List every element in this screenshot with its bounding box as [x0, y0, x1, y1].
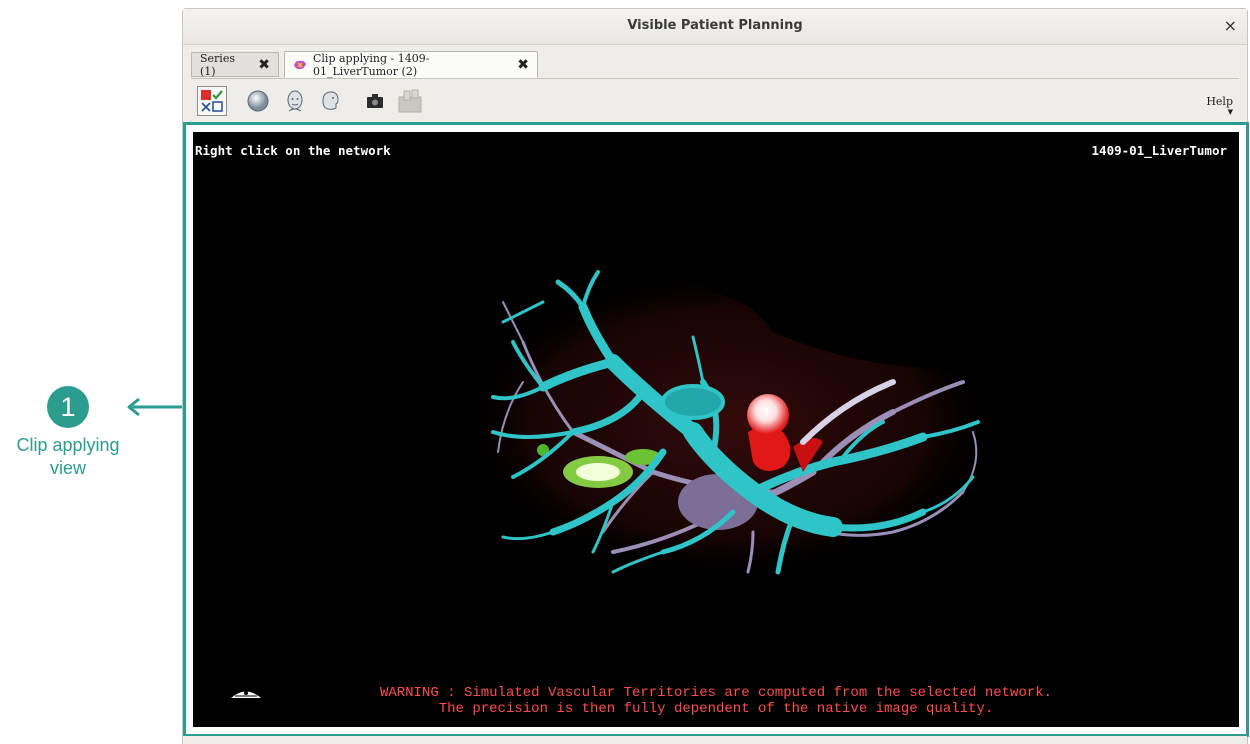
head-side-view-button[interactable]	[315, 86, 345, 116]
liver-parenchyma	[463, 269, 994, 578]
help-menu-label: Help	[1206, 95, 1233, 108]
sphere-view-button[interactable]	[243, 86, 273, 116]
annotation-caption: Clip applying view	[0, 434, 136, 480]
viewport-instruction: Right click on the network	[195, 143, 391, 158]
clip-selection-button[interactable]	[197, 86, 227, 116]
head-front-view-icon	[287, 90, 303, 112]
camera-snapshot-button[interactable]	[360, 86, 390, 116]
annotation-callout: 1 Clip applying view	[0, 386, 136, 480]
annotation-number: 1	[47, 386, 89, 428]
tab-series[interactable]: Series (1) ✖	[191, 51, 279, 78]
window-close-button[interactable]: ×	[1224, 16, 1237, 35]
annotation-arrow-icon	[127, 397, 182, 417]
clip-applying-view-frame: Right click on the network 1409-01_Liver…	[183, 122, 1249, 737]
annotation-caption-line2: view	[49, 458, 86, 478]
help-menu[interactable]: Help ▼	[1206, 95, 1233, 116]
warning-line-1: WARNING : Simulated Vascular Territories…	[379, 685, 1053, 701]
liver-3d-render[interactable]	[193, 132, 1239, 727]
clip-selection-icon	[201, 90, 223, 112]
tab-divider	[191, 78, 1239, 79]
window-title: Visible Patient Planning	[627, 18, 803, 33]
app-window: Visible Patient Planning × Series (1) ✖ …	[182, 8, 1249, 744]
camera-snapshot-icon	[367, 94, 383, 108]
sphere-view-icon	[247, 90, 269, 112]
export-button[interactable]	[395, 86, 425, 116]
warning-line-2: The precision is then fully dependent of…	[438, 701, 994, 717]
title-bar[interactable]: Visible Patient Planning ×	[183, 9, 1247, 45]
annotation-caption-line1: Clip applying	[16, 435, 120, 455]
tab-clip-applying-label: Clip applying - 1409-01_LiverTumor (2)	[313, 51, 430, 78]
head-side-view-icon	[322, 91, 339, 110]
3d-viewport[interactable]: Right click on the network 1409-01_Liver…	[193, 132, 1239, 727]
tab-series-close-icon[interactable]: ✖	[258, 57, 270, 73]
tab-clip-applying-close-icon[interactable]: ✖	[517, 57, 529, 73]
status-strip	[183, 736, 1247, 744]
portal-trunk	[661, 384, 725, 420]
clip-applying-icon	[293, 59, 307, 71]
viewport-series-name: 1409-01_LiverTumor	[1091, 143, 1227, 158]
head-front-view-button[interactable]	[280, 86, 310, 116]
chevron-down-icon: ▼	[1227, 108, 1233, 116]
tab-series-label: Series (1)	[200, 51, 235, 78]
toolbar: Help ▼	[197, 85, 1237, 117]
tab-clip-applying[interactable]: Clip applying - 1409-01_LiverTumor (2) ✖	[284, 51, 538, 78]
export-icon	[398, 89, 422, 113]
